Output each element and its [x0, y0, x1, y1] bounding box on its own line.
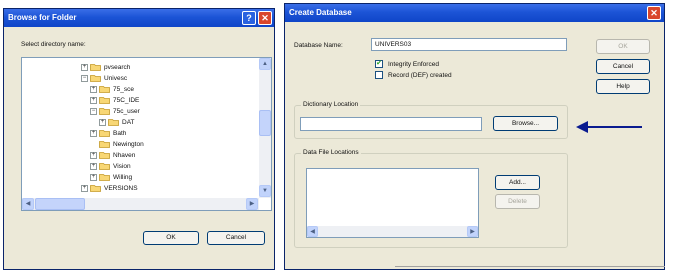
record-created-label: Record (DEF) created — [388, 72, 452, 79]
create-dialog-titlebar[interactable]: Create Database — [285, 4, 664, 22]
folder-icon — [108, 118, 119, 127]
expand-icon[interactable]: + — [90, 96, 97, 104]
add-button[interactable]: Add... — [495, 175, 540, 190]
tree-folder-label: Willing — [113, 174, 133, 181]
expand-icon[interactable]: + — [90, 173, 97, 181]
tree-folder-item[interactable]: +75C_IDE — [90, 96, 139, 106]
expand-icon[interactable]: + — [81, 184, 88, 192]
help-button[interactable]: ? — [242, 11, 256, 25]
folder-icon — [99, 96, 110, 105]
create-dialog-title: Create Database — [289, 8, 352, 17]
expand-icon[interactable]: + — [90, 85, 97, 93]
collapse-icon[interactable]: − — [90, 107, 97, 115]
tree-folder-item[interactable]: Newington — [90, 140, 144, 150]
tree-folder-label: pvsearch — [104, 64, 131, 71]
folder-icon — [99, 107, 110, 116]
browse-dialog-titlebar[interactable]: Browse for Folder — [4, 9, 274, 27]
cancel-button[interactable]: Cancel — [596, 59, 650, 74]
folder-icon — [99, 129, 110, 138]
folder-tree[interactable]: + pvsearch − Univesc +75_sce +75C_IDE −75c_use… — [21, 57, 272, 211]
ok-button[interactable]: OK — [143, 231, 199, 245]
expand-icon[interactable]: + — [81, 63, 88, 71]
tree-folder-item[interactable]: + DAT — [99, 118, 135, 128]
h-scroll-thumb[interactable] — [35, 198, 85, 210]
tree-folder-item[interactable]: + Vision — [90, 162, 131, 172]
tree-folder-item[interactable]: − Univesc — [81, 74, 127, 84]
browse-for-folder-dialog: Browse for Folder ? ✕ Select directory n… — [3, 8, 275, 270]
database-name-field[interactable]: UNIVERS03 — [371, 38, 567, 51]
record-created-checkbox[interactable] — [375, 71, 383, 79]
browse-dialog-title: Browse for Folder — [8, 13, 77, 22]
integrity-enforced-checkbox[interactable]: ✔ — [375, 60, 383, 68]
expand-icon[interactable]: + — [90, 151, 97, 159]
create-database-dialog: Create Database ✕ Database Name: UNIVERS… — [284, 3, 665, 270]
tree-folder-label: 75_sce — [113, 86, 134, 93]
tree-folder-label: VERSIONS — [104, 185, 138, 192]
data-file-locations-label: Data File Locations — [301, 149, 361, 156]
folder-icon — [99, 162, 110, 171]
tree-folder-item[interactable]: +75_sce — [90, 85, 134, 95]
scroll-thumb[interactable] — [259, 110, 271, 136]
tree-folder-item[interactable]: + VERSIONS — [81, 184, 138, 194]
tree-folder-label: Vision — [113, 163, 131, 170]
cancel-button[interactable]: Cancel — [207, 231, 265, 245]
ok-button[interactable]: OK — [596, 39, 650, 54]
scroll-up-icon[interactable]: ▲ — [259, 58, 271, 70]
tree-folder-label: DAT — [122, 119, 135, 126]
tree-folder-item[interactable]: + pvsearch — [81, 63, 130, 73]
folder-icon — [99, 85, 110, 94]
bottom-divider — [395, 266, 665, 267]
browse-button[interactable]: Browse... — [493, 116, 558, 131]
collapse-icon[interactable]: − — [81, 74, 88, 82]
tree-vertical-scrollbar[interactable]: ▲ ▼ — [259, 58, 271, 198]
scroll-right-icon[interactable]: ▶ — [246, 198, 258, 210]
folder-icon — [90, 74, 101, 83]
scroll-left-icon[interactable]: ◀ — [22, 198, 34, 210]
data-file-locations-list[interactable]: ◀ ▶ — [306, 168, 479, 238]
help-button[interactable]: Help — [596, 79, 650, 94]
data-file-locations-group: Data File Locations ◀ ▶ Add... Delete — [294, 149, 568, 248]
database-name-label: Database Name: — [294, 42, 343, 49]
tree-folder-label: 75C_IDE — [113, 97, 140, 104]
annotation-arrow-icon — [576, 121, 642, 133]
tree-folder-label: Nhaven — [113, 152, 136, 159]
folder-icon — [99, 151, 110, 160]
tree-horizontal-scrollbar[interactable]: ◀ ▶ — [22, 198, 259, 210]
dictionary-location-group: Dictionary Location Browse... — [294, 101, 568, 139]
close-button[interactable]: ✕ — [647, 6, 661, 20]
close-button[interactable]: ✕ — [258, 11, 272, 25]
tree-folder-item[interactable]: + Nhaven — [90, 151, 135, 161]
scroll-right-icon[interactable]: ▶ — [467, 226, 478, 237]
folder-icon — [90, 63, 101, 72]
list-horizontal-scrollbar[interactable]: ◀ ▶ — [307, 226, 478, 237]
folder-icon — [90, 184, 101, 193]
tree-folder-label: Univesc — [104, 75, 128, 82]
tree-folder-item[interactable]: − 75c_user — [90, 107, 140, 117]
expand-icon[interactable]: + — [99, 118, 106, 126]
folder-icon — [99, 173, 110, 182]
dictionary-location-label: Dictionary Location — [301, 101, 361, 108]
expand-icon[interactable]: + — [90, 162, 97, 170]
scroll-left-icon[interactable]: ◀ — [307, 226, 318, 237]
tree-folder-item[interactable]: + Willing — [90, 173, 132, 183]
tree-folder-label: 75c_user — [113, 108, 140, 115]
folder-icon — [99, 140, 110, 149]
scroll-down-icon[interactable]: ▼ — [259, 185, 271, 197]
tree-folder-label: Newington — [113, 141, 144, 148]
dictionary-location-field[interactable] — [300, 117, 482, 131]
integrity-enforced-label: Integrity Enforced — [388, 61, 439, 68]
tree-folder-item[interactable]: + Bath — [90, 129, 126, 139]
select-directory-prompt: Select directory name: — [21, 41, 86, 48]
tree-folder-label: Bath — [113, 130, 127, 137]
expand-icon[interactable]: + — [90, 129, 97, 137]
delete-button[interactable]: Delete — [495, 194, 540, 209]
